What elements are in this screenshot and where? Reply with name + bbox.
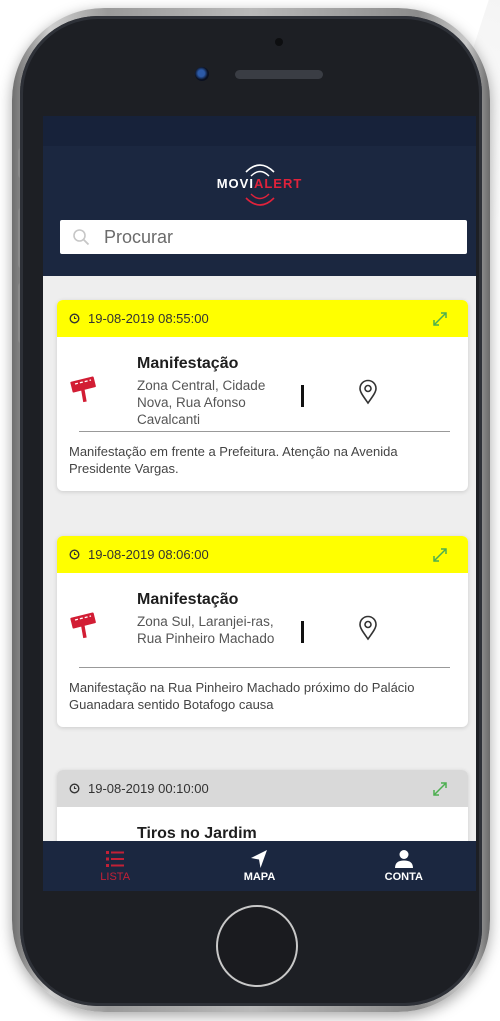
- divider-bar: [301, 385, 304, 407]
- nav-item-mapa[interactable]: MAPA: [187, 841, 331, 891]
- nav-label-mapa: MAPA: [243, 871, 276, 883]
- list-icon: [106, 851, 125, 867]
- app-screen: MOVIALERT 19-08-2019 08:55:00: [43, 116, 476, 891]
- alert-card-body: Manifestação Zona Central, Cidade Nova, …: [57, 337, 468, 432]
- expand-icon[interactable]: [430, 546, 450, 564]
- nav-item-conta[interactable]: CONTA: [332, 841, 476, 891]
- nav-label-conta: CONTA: [384, 871, 423, 883]
- alert-address: Zona Central, Cidade Nova, Rua Afonso Ca…: [137, 378, 266, 427]
- alert-title: Tiros no Jardim: [137, 825, 257, 841]
- user-icon: [394, 850, 413, 868]
- clock-icon: [69, 313, 80, 324]
- search-input[interactable]: [104, 226, 444, 248]
- alert-card-body: Manifestação Zona Sul, Laranjei-ras, Rua…: [57, 573, 468, 668]
- location-pin-icon[interactable]: [357, 615, 379, 641]
- alert-card[interactable]: 19-08-2019 00:10:00 Tiros no Jardim: [57, 770, 468, 841]
- alert-card-header: 19-08-2019 08:55:00: [57, 300, 468, 337]
- divider-bar: [301, 621, 304, 643]
- clock-icon: [69, 783, 80, 794]
- protest-sign-icon: [70, 612, 96, 639]
- alert-title: Manifestação: [137, 591, 239, 608]
- alert-card-header: 19-08-2019 08:06:00: [57, 536, 468, 573]
- logo-suffix: ALERT: [253, 176, 303, 191]
- navigation-arrow-icon: [251, 850, 268, 868]
- logo-text: MOVIALERT: [43, 176, 476, 191]
- alert-card-header: 19-08-2019 00:10:00: [57, 770, 468, 807]
- nav-label-lista: LISTA: [100, 871, 131, 883]
- card-divider: [79, 667, 450, 668]
- alert-datetime: 19-08-2019 08:55:00: [88, 311, 209, 326]
- alerts-list[interactable]: 19-08-2019 08:55:00 Manifestação Zona Ce…: [43, 276, 476, 841]
- clock-icon: [69, 549, 80, 560]
- alert-card-body: Tiros no Jardim: [57, 807, 468, 841]
- card-divider: [79, 431, 450, 432]
- expand-icon[interactable]: [430, 780, 450, 798]
- app-logo: MOVIALERT: [43, 158, 476, 206]
- alert-datetime: 19-08-2019 00:10:00: [88, 781, 209, 796]
- protest-sign-icon: [70, 376, 96, 403]
- bottom-navigation: LISTA MAPA CONTA: [43, 841, 476, 891]
- alert-address: Zona Sul, Laranjei-ras, Rua Pinheiro Mac…: [137, 614, 275, 646]
- alert-description: Manifestação em frente a Prefeitura. Ate…: [69, 444, 398, 476]
- expand-icon[interactable]: [430, 310, 450, 328]
- nav-item-lista[interactable]: LISTA: [43, 841, 187, 891]
- search-bar[interactable]: [60, 220, 467, 254]
- home-button[interactable]: [216, 905, 298, 987]
- alert-card[interactable]: 19-08-2019 08:55:00 Manifestação Zona Ce…: [57, 300, 468, 491]
- location-pin-icon[interactable]: [357, 379, 379, 405]
- proximity-sensor: [275, 38, 283, 46]
- alert-card[interactable]: 19-08-2019 08:06:00 Manifestação Zona Su…: [57, 536, 468, 727]
- front-camera: [195, 67, 209, 81]
- search-icon: [73, 229, 90, 246]
- logo-prefix: MOVI: [216, 176, 254, 191]
- app-header: MOVIALERT: [43, 116, 476, 276]
- earpiece-speaker: [235, 70, 323, 79]
- alert-datetime: 19-08-2019 08:06:00: [88, 547, 209, 562]
- status-bar: [43, 116, 476, 146]
- alert-title: Manifestação: [137, 355, 239, 372]
- alert-description: Manifestação na Rua Pinheiro Machado pró…: [69, 680, 415, 712]
